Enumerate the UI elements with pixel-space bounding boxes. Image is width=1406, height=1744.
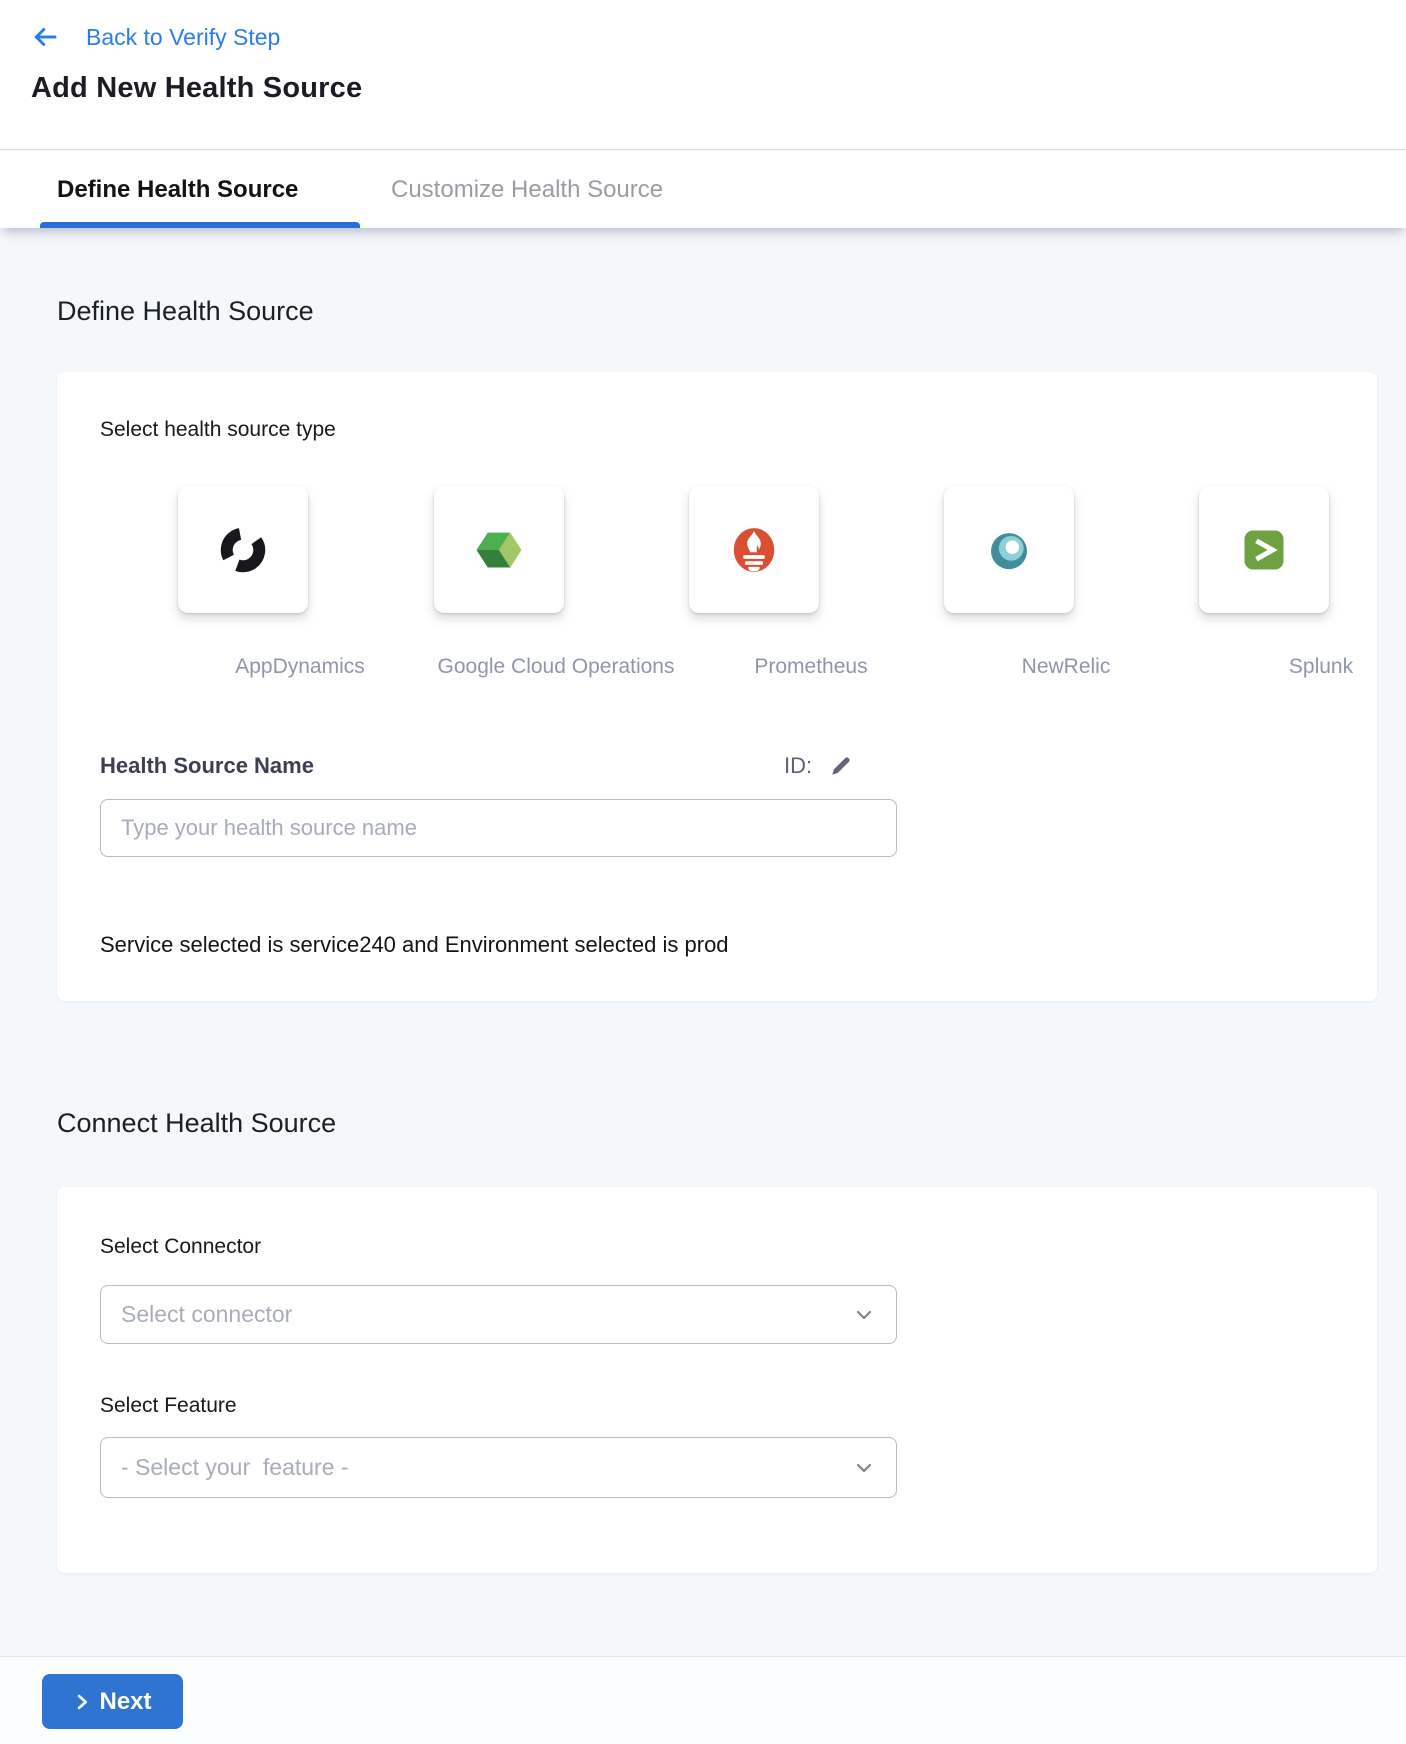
add-health-source-drawer: Back to Verify Step Add New Health Sourc…: [0, 0, 1406, 1744]
back-link-label: Back to Verify Step: [86, 24, 280, 51]
drawer-footer: Next: [0, 1656, 1406, 1744]
page-title: Add New Health Source: [31, 72, 362, 105]
tab-customize-health-source[interactable]: Customize Health Source: [391, 151, 663, 228]
source-type-newrelic[interactable]: [944, 486, 1074, 613]
newrelic-icon: [982, 523, 1036, 577]
edit-pencil-icon[interactable]: [830, 755, 852, 777]
chevron-right-icon: [73, 1693, 91, 1711]
id-label: ID:: [784, 753, 812, 779]
arrow-left-icon: [30, 22, 60, 52]
connector-select-placeholder: Select connector: [121, 1301, 292, 1328]
select-source-type-label: Select health source type: [100, 418, 336, 442]
connector-select[interactable]: Select connector: [100, 1285, 897, 1344]
identifier-row: ID:: [784, 753, 852, 779]
tab-bar: Define Health Source Customize Health So…: [0, 151, 1406, 228]
chevron-down-icon: [852, 1456, 876, 1480]
active-tab-indicator: [40, 222, 360, 228]
connect-health-source-card: Select Connector Select connector Select…: [57, 1187, 1377, 1573]
appdynamics-icon: [217, 524, 269, 576]
define-section-heading: Define Health Source: [57, 296, 314, 327]
tab-customize-label: Customize Health Source: [391, 176, 663, 204]
health-source-name-label: Health Source Name: [100, 753, 314, 779]
source-type-label: AppDynamics: [150, 655, 450, 679]
next-button[interactable]: Next: [42, 1674, 183, 1729]
google-cloud-operations-icon: [472, 523, 526, 577]
source-type-google-cloud-operations[interactable]: [434, 486, 564, 613]
feature-select-placeholder: - Select your feature -: [121, 1454, 349, 1481]
feature-select[interactable]: - Select your feature -: [100, 1437, 897, 1498]
source-type-prometheus[interactable]: [689, 486, 819, 613]
drawer-header: Back to Verify Step Add New Health Sourc…: [0, 0, 1406, 150]
source-type-appdynamics[interactable]: [178, 486, 308, 613]
source-type-splunk[interactable]: [1199, 486, 1329, 613]
splunk-icon: [1238, 524, 1290, 576]
tab-define-label: Define Health Source: [57, 176, 298, 204]
define-health-source-card: Select health source type AppDynamics Go…: [57, 372, 1377, 1001]
connect-section-heading: Connect Health Source: [57, 1108, 336, 1139]
back-to-verify-step-link[interactable]: Back to Verify Step: [30, 22, 280, 52]
select-feature-label: Select Feature: [100, 1394, 237, 1418]
select-connector-label: Select Connector: [100, 1235, 261, 1259]
prometheus-icon: [727, 523, 781, 577]
health-source-name-input[interactable]: [100, 799, 897, 857]
source-type-label: Splunk: [1171, 655, 1406, 679]
tab-define-health-source[interactable]: Define Health Source: [57, 151, 298, 228]
next-button-label: Next: [99, 1688, 151, 1716]
service-environment-note: Service selected is service240 and Envir…: [100, 932, 729, 958]
chevron-down-icon: [852, 1303, 876, 1327]
